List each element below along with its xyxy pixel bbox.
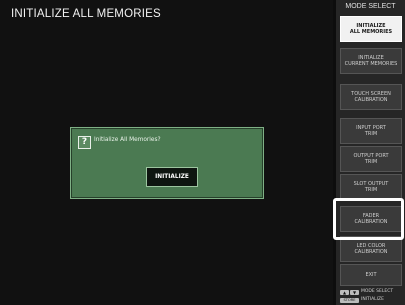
- screen-title: INITIALIZE ALL MEMORIES: [11, 8, 161, 20]
- main-area: INITIALIZE ALL MEMORIES ? Initialize All…: [0, 0, 333, 305]
- fader-calibration-highlight: [333, 198, 404, 240]
- mode-button-slot-output-trim[interactable]: SLOT OUTPUT TRIM: [340, 174, 402, 200]
- mode-select-hint: MODE SELECT: [361, 289, 394, 294]
- mode-button-input-port-trim[interactable]: INPUT PORT TRIM: [340, 118, 402, 144]
- mode-button-initialize-current-memories[interactable]: INITIALIZE CURRENT MEMORIES: [340, 48, 402, 74]
- question-icon: ?: [78, 136, 91, 149]
- confirm-dialog: ? Initialize All Memories? INITIALIZE: [70, 127, 264, 199]
- dialog-message: Initialize All Memories?: [94, 137, 161, 143]
- mode-button-output-port-trim[interactable]: OUTPUT PORT TRIM: [340, 146, 402, 172]
- up-arrow-key-icon: ▲: [340, 290, 349, 295]
- footer-legend: ▲ ▼ MODE SELECT STORE INITIALIZE: [340, 289, 404, 304]
- initialize-button[interactable]: INITIALIZE: [146, 167, 198, 187]
- mode-button-touch-screen-calibration[interactable]: TOUCH SCREEN CALIBRATION: [340, 84, 402, 110]
- initialize-hint: INITIALIZE: [361, 297, 384, 302]
- sidebar-title: MODE SELECT: [345, 3, 396, 10]
- mode-select-sidebar: MODE SELECT INITIALIZE ALL MEMORIES INIT…: [336, 0, 405, 305]
- down-arrow-key-icon: ▼: [350, 290, 359, 295]
- mode-button-initialize-all-memories[interactable]: INITIALIZE ALL MEMORIES: [340, 16, 402, 42]
- store-key-icon: STORE: [340, 298, 359, 303]
- mode-button-exit[interactable]: EXIT: [340, 264, 402, 286]
